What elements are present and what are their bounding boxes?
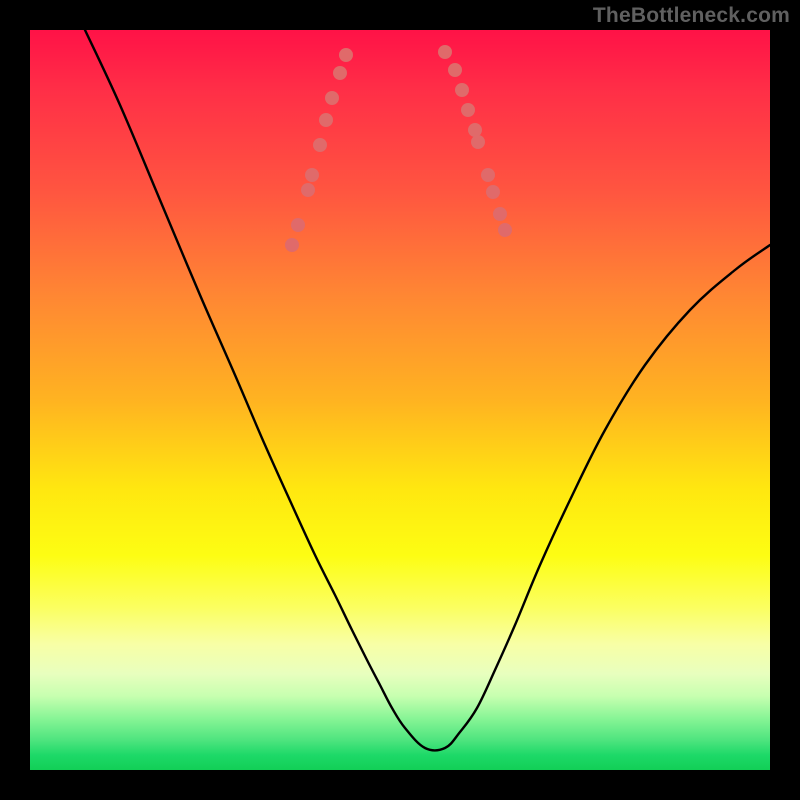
- chart-container: TheBottleneck.com: [0, 0, 800, 800]
- marker-cluster-right: [438, 45, 512, 237]
- data-marker: [448, 63, 462, 77]
- data-marker: [486, 185, 500, 199]
- data-marker: [339, 48, 353, 62]
- data-marker: [468, 123, 482, 137]
- data-marker: [325, 91, 339, 105]
- data-marker: [455, 83, 469, 97]
- data-marker: [305, 168, 319, 182]
- data-marker: [291, 218, 305, 232]
- plot-frame: [30, 30, 770, 770]
- data-marker: [438, 45, 452, 59]
- data-marker: [301, 183, 315, 197]
- data-marker: [313, 138, 327, 152]
- data-marker: [319, 113, 333, 127]
- data-marker: [471, 135, 485, 149]
- data-marker: [481, 168, 495, 182]
- data-marker: [493, 207, 507, 221]
- chart-svg: [30, 30, 770, 770]
- bottleneck-curve-line: [85, 30, 770, 750]
- data-marker: [285, 238, 299, 252]
- data-marker: [333, 66, 347, 80]
- data-marker: [498, 223, 512, 237]
- watermark-text: TheBottleneck.com: [593, 4, 790, 28]
- data-marker: [461, 103, 475, 117]
- marker-cluster-left: [285, 48, 353, 252]
